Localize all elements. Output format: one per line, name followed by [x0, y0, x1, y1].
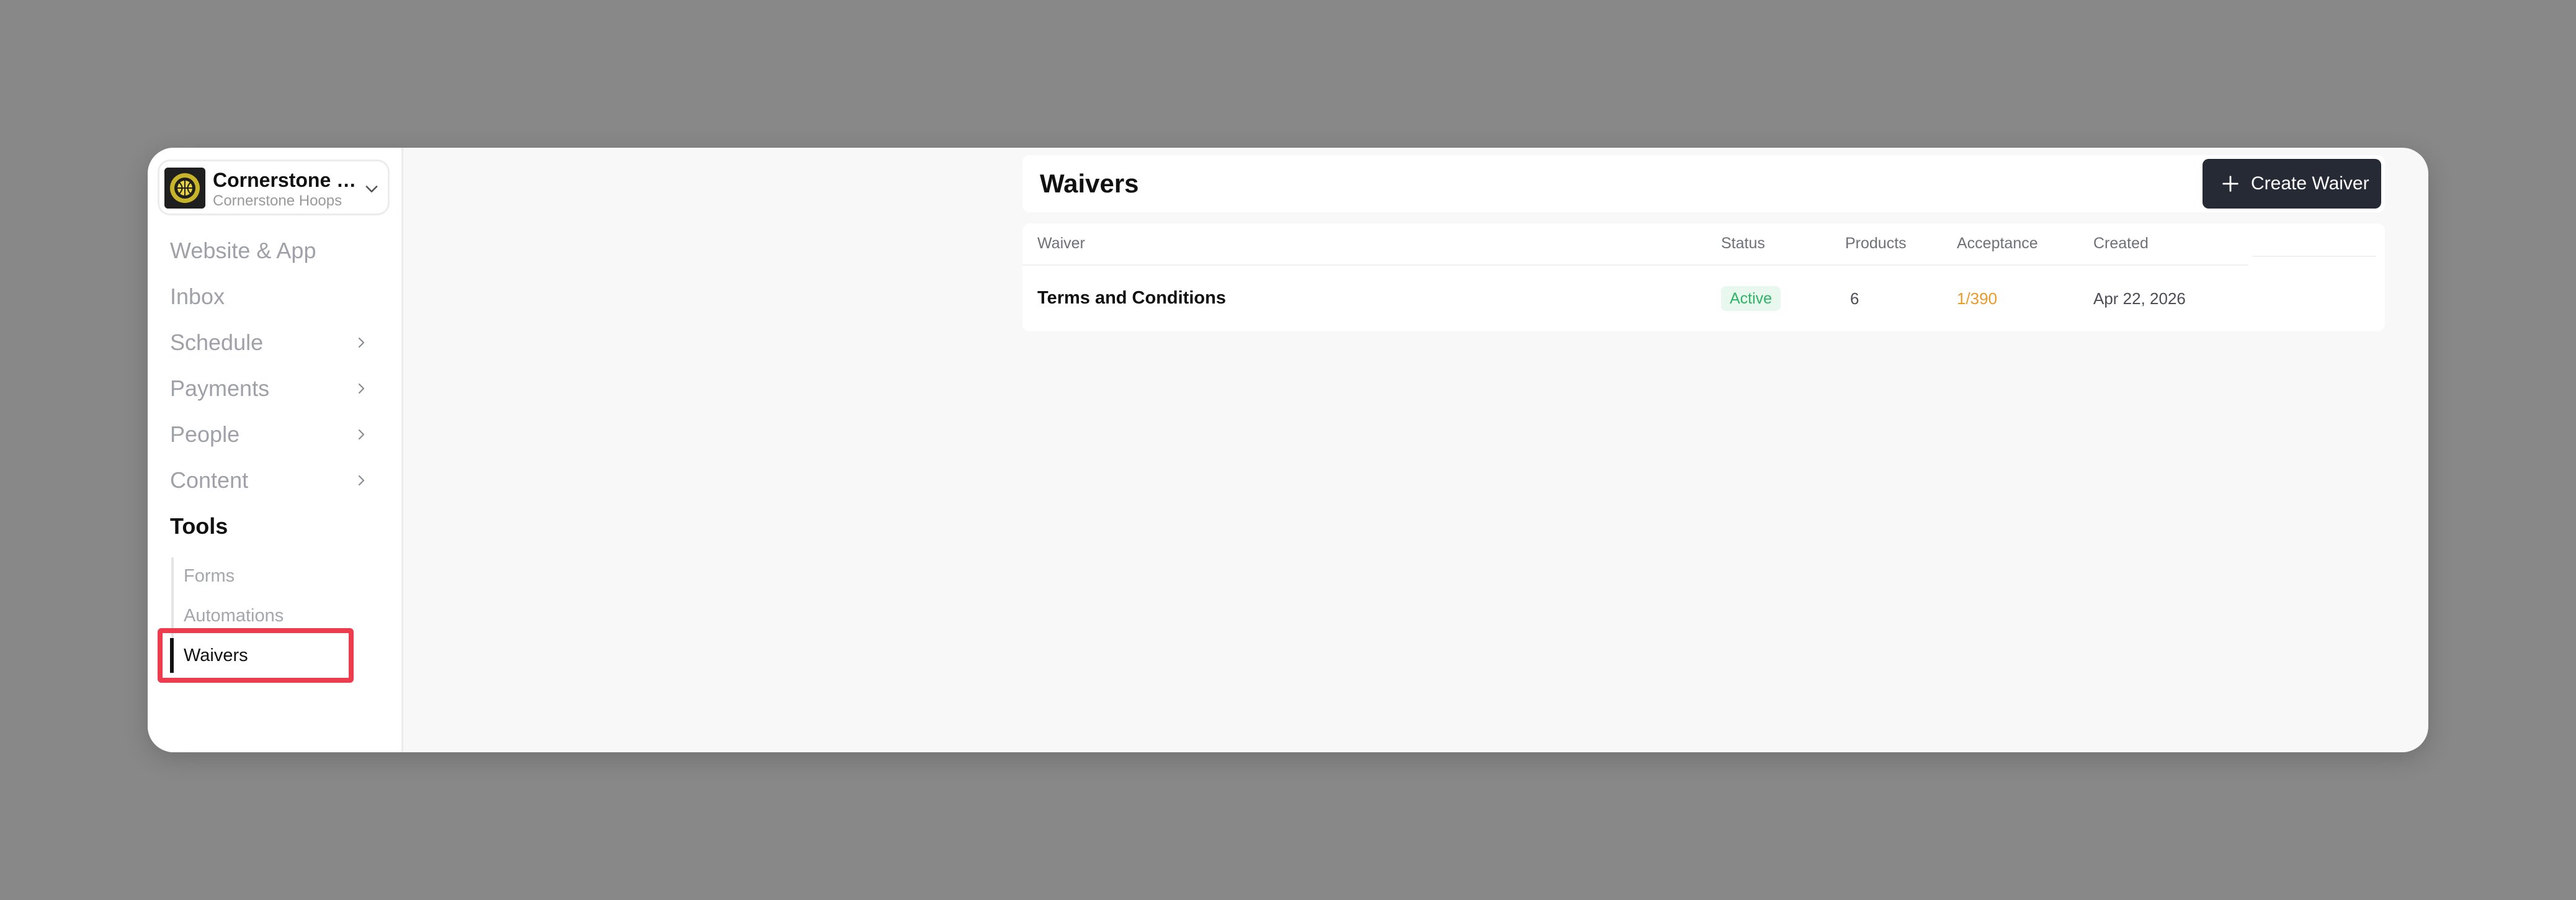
sidebar-item-label: Inbox [170, 284, 225, 309]
header-divider [1022, 264, 2248, 266]
chevron-right-icon [358, 383, 365, 394]
created-date: Apr 22, 2026 [2093, 289, 2186, 308]
sidebar-item-inbox[interactable]: Inbox [170, 278, 381, 315]
app-window: Cornerstone H... Cornerstone Hoops Websi… [148, 148, 2428, 752]
column-header-created[interactable]: Created [2093, 235, 2149, 253]
sidebar-subitem-label: Automations [184, 605, 284, 626]
column-header-waiver[interactable]: Waiver [1037, 235, 1085, 253]
column-header-products[interactable]: Products [1845, 235, 1907, 253]
chevron-right-icon [358, 337, 365, 348]
org-name: Cornerstone H... [213, 169, 362, 191]
products-count: 6 [1850, 289, 1859, 308]
sidebar-item-label: Tools [170, 513, 228, 539]
acceptance-value: 1/390 [1957, 289, 1998, 308]
waiver-name[interactable]: Terms and Conditions [1037, 288, 1226, 308]
sidebar-subitem-forms[interactable]: Forms [184, 560, 235, 592]
org-subtitle: Cornerstone Hoops [213, 192, 342, 209]
sidebar-item-label: Schedule [170, 330, 264, 355]
plus-icon [2222, 176, 2238, 192]
chevron-right-icon [358, 475, 365, 486]
sidebar-item-tools[interactable]: Tools [170, 508, 381, 545]
sidebar-subitem-automations[interactable]: Automations [184, 600, 284, 632]
column-header-acceptance[interactable]: Acceptance [1957, 235, 2038, 253]
sidebar-item-schedule[interactable]: Schedule [170, 324, 381, 361]
sidebar-item-label: People [170, 421, 240, 447]
sidebar-item-payments[interactable]: Payments [170, 370, 381, 407]
waivers-table: Waiver Status Products Acceptance Create… [1022, 223, 2385, 331]
status-badge-label: Active [1730, 289, 1773, 307]
page-title: Waivers [1040, 169, 1139, 198]
create-waiver-button[interactable]: Create Waiver [2203, 159, 2381, 209]
create-waiver-label: Create Waiver [2251, 173, 2369, 194]
sidebar-item-label: Website & App [170, 238, 316, 263]
sidebar: Cornerstone H... Cornerstone Hoops Websi… [148, 148, 403, 752]
sidebar-subitem-label: Forms [184, 565, 235, 586]
page-header: Waivers Create Waiver [1022, 155, 2385, 212]
status-badge: Active [1721, 286, 1781, 311]
sidebar-item-label: Content [170, 467, 249, 493]
highlight-box [158, 628, 354, 683]
sidebar-item-people[interactable]: People [170, 416, 381, 453]
header-divider [2252, 256, 2376, 257]
chevron-down-icon [365, 186, 378, 192]
basketball-crest-icon [164, 168, 205, 209]
org-switcher[interactable]: Cornerstone H... Cornerstone Hoops [158, 160, 390, 215]
sidebar-item-label: Payments [170, 376, 270, 401]
chevron-right-icon [358, 429, 365, 440]
column-header-status[interactable]: Status [1721, 235, 1765, 253]
sidebar-item-content[interactable]: Content [170, 462, 381, 499]
sidebar-item-website-app[interactable]: Website & App [170, 232, 381, 269]
